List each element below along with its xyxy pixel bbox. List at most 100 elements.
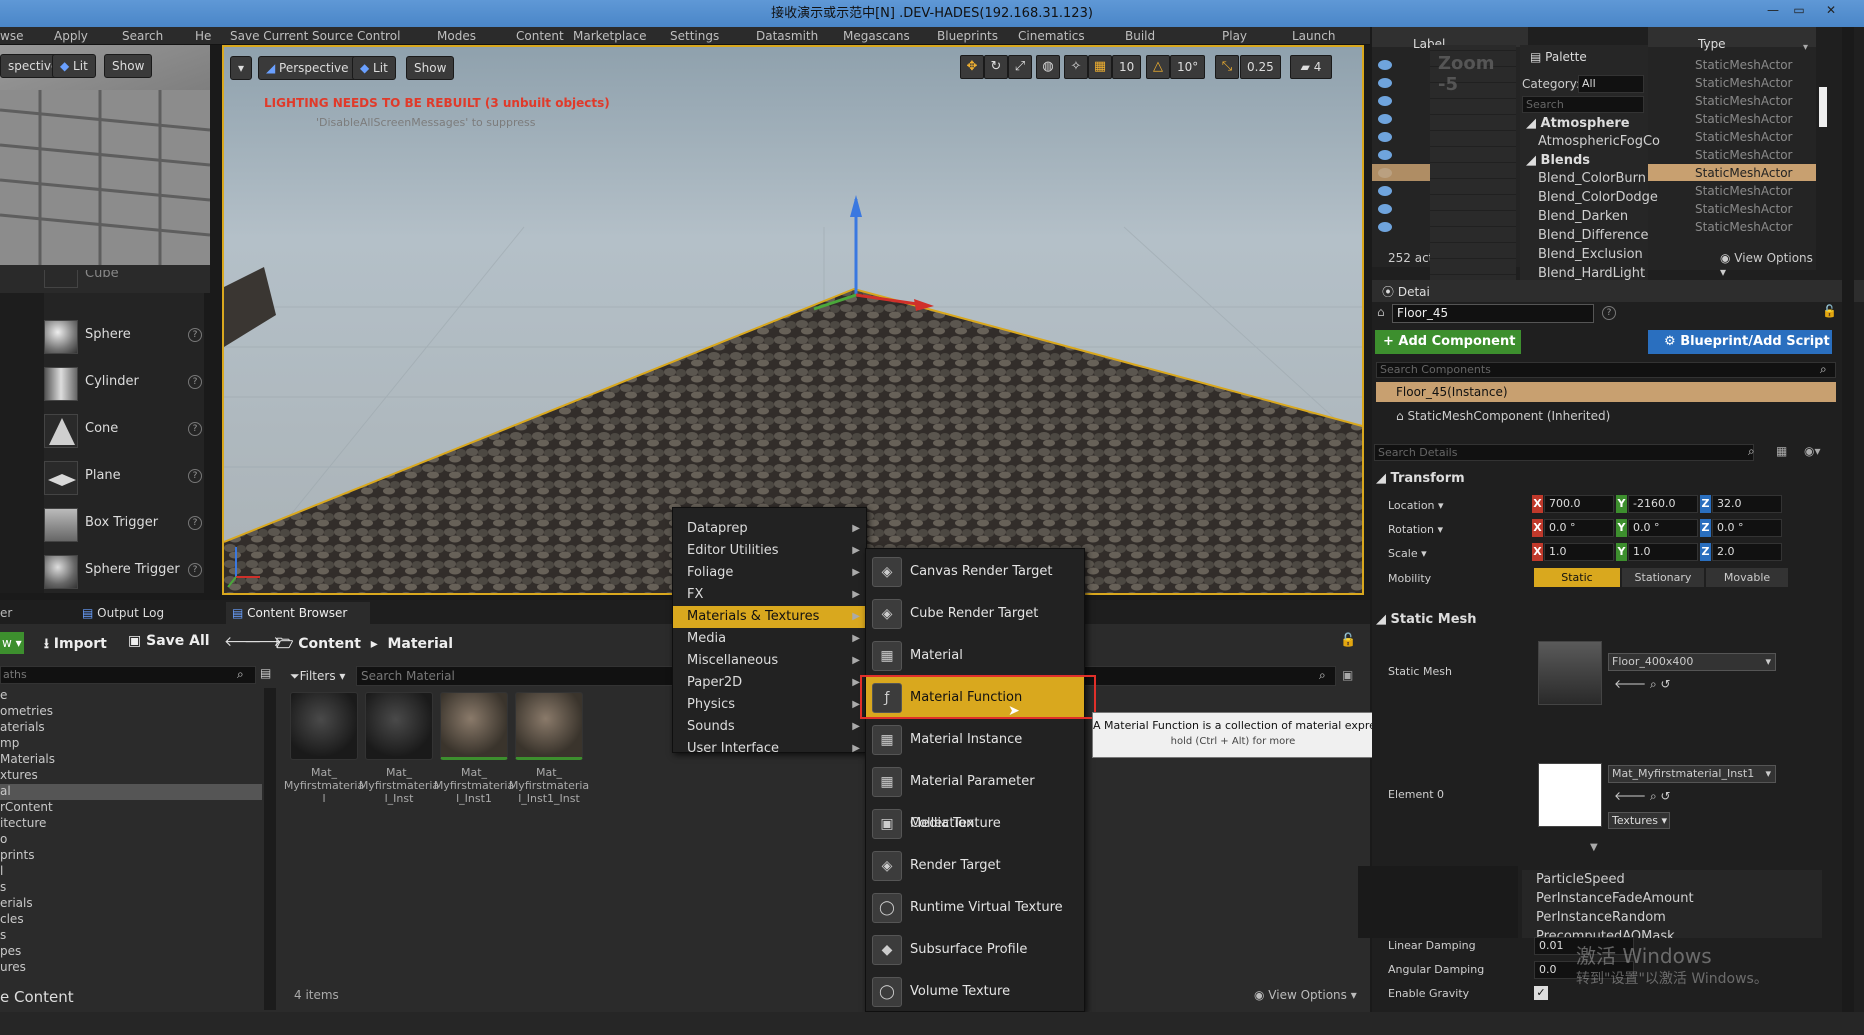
paths-search-input[interactable]: aths ⌕	[0, 666, 256, 684]
location-y-input[interactable]: -2160.0	[1628, 495, 1698, 513]
close-button[interactable]: ✕	[1816, 0, 1846, 22]
mobility-stationary[interactable]: Stationary	[1622, 568, 1704, 587]
palette-group-header[interactable]: ◢ Atmosphere	[1526, 116, 1630, 131]
tree-folder-item[interactable]: itecture	[0, 816, 262, 832]
menu-source-control[interactable]: Source Control	[312, 29, 400, 43]
visibility-eye-icon[interactable]	[1378, 132, 1392, 142]
scale-snap-value[interactable]: 0.25	[1240, 55, 1281, 79]
place-item-cone[interactable]: Cone?	[40, 410, 202, 450]
menu-help[interactable]: He	[195, 29, 211, 43]
add-component-button[interactable]: + Add Component ▾	[1375, 330, 1521, 373]
location-x-input[interactable]: 700.0	[1544, 495, 1614, 513]
palette-item[interactable]: Blend_ColorDodge	[1538, 190, 1658, 205]
tab-output-log[interactable]: ▤ Output Log	[76, 602, 212, 624]
eye-icon[interactable]: ◉▾	[1804, 444, 1821, 458]
submenu-item[interactable]: ƒ Material Function	[866, 677, 1084, 719]
tree-scrollbar[interactable]	[264, 688, 276, 1010]
visibility-eye-icon[interactable]	[1378, 186, 1392, 196]
search-details-input[interactable]: Search Details	[1374, 444, 1754, 461]
tree-folder-item[interactable]: l	[0, 864, 262, 880]
menu-apply[interactable]: Apply	[54, 29, 88, 43]
perspective-button[interactable]: ◢ Perspective	[258, 56, 357, 80]
tree-folder-item[interactable]: xtures	[0, 768, 262, 784]
menu-item[interactable]: Foliage ▶	[673, 562, 866, 584]
visibility-eye-icon[interactable]	[1378, 60, 1392, 70]
expand-arrow-icon[interactable]: ▼	[1590, 842, 1598, 853]
menu-item[interactable]: FX ▶	[673, 584, 866, 606]
tree-folder-item[interactable]: rContent	[0, 800, 262, 816]
tree-folder-item[interactable]: e	[0, 688, 262, 704]
menu-launch[interactable]: Launch	[1292, 29, 1335, 43]
parameter-option[interactable]: ParticleSpeed	[1536, 872, 1625, 887]
submenu-item[interactable]: ◈ Render Target	[866, 845, 1084, 887]
outliner-scrollbar[interactable]	[1819, 87, 1827, 127]
place-item-sphere-trigger[interactable]: Sphere Trigger?	[40, 551, 202, 591]
menu-item[interactable]: Materials & Textures ▶	[673, 606, 866, 628]
submenu-item[interactable]: ▣ Media Texture	[866, 803, 1084, 845]
submenu-item[interactable]: ◆ Subsurface Profile	[866, 929, 1084, 971]
menu-item[interactable]: Physics ▶	[673, 694, 866, 716]
rotation-z-input[interactable]: 0.0 °	[1712, 519, 1782, 537]
place-item-box-trigger[interactable]: Box Trigger?	[40, 504, 202, 544]
actor-type-cell[interactable]: StaticMeshActor	[1695, 148, 1792, 162]
textures-dropdown[interactable]: Textures ▾	[1608, 812, 1670, 829]
rotate-icon[interactable]: ↻	[984, 55, 1008, 79]
outliner-view-options[interactable]: ◉ View Options ▾	[1720, 251, 1816, 279]
component-instance-row[interactable]: Floor_45(Instance)	[1376, 382, 1836, 402]
tree-folder-item[interactable]: erials	[0, 896, 262, 912]
static-mesh-section-header[interactable]: ◢ Static Mesh	[1376, 612, 1477, 627]
component-static-mesh-row[interactable]: ⌂ StaticMeshComponent (Inherited)	[1396, 409, 1610, 423]
tree-folder-item[interactable]: o	[0, 832, 262, 848]
type-header-label[interactable]: Type	[1698, 37, 1726, 51]
menu-item[interactable]: Dataprep ▶	[673, 518, 866, 540]
place-item-sphere[interactable]: Sphere?	[40, 316, 202, 356]
tree-folder-item[interactable]: cles	[0, 912, 262, 928]
parameter-option[interactable]: PerInstanceRandom	[1536, 910, 1666, 925]
actor-name-input[interactable]: Floor_45	[1392, 304, 1594, 323]
visibility-eye-icon[interactable]	[1378, 204, 1392, 214]
menu-item[interactable]: Media ▶	[673, 628, 866, 650]
place-item-cube[interactable]: Cube	[40, 270, 202, 294]
submenu-item[interactable]: ◈ Canvas Render Target	[866, 551, 1084, 593]
world-local-icon[interactable]: ◍	[1036, 55, 1060, 79]
visibility-eye-icon[interactable]	[1378, 150, 1392, 160]
mobility-movable[interactable]: Movable	[1706, 568, 1788, 587]
filters-button[interactable]: ⏷Filters ▾	[290, 666, 354, 686]
tree-folder-item[interactable]: aterials	[0, 720, 262, 736]
camera-speed-button[interactable]: ▰ 4	[1290, 55, 1332, 79]
material-thumbnail[interactable]	[1538, 763, 1602, 827]
tree-footer[interactable]: e Content	[0, 988, 74, 1006]
transform-section-header[interactable]: ◢ Transform	[1376, 471, 1465, 486]
mobility-static[interactable]: Static	[1534, 568, 1620, 587]
actor-type-cell[interactable]: StaticMeshActor	[1695, 130, 1792, 144]
breadcrumb-material[interactable]: Material	[387, 636, 453, 652]
menu-settings[interactable]: Settings	[670, 29, 719, 43]
menu-blueprints[interactable]: Blueprints	[937, 29, 998, 43]
tree-folder-item[interactable]: ometries	[0, 704, 262, 720]
maximize-button[interactable]: ▭	[1784, 0, 1814, 22]
help-icon[interactable]: ?	[188, 375, 202, 389]
visibility-eye-icon[interactable]	[1378, 78, 1392, 88]
submenu-item[interactable]: ◈ Cube Render Target	[866, 593, 1084, 635]
asset-thumbnail[interactable]	[440, 692, 508, 760]
scale-icon[interactable]: ⤢	[1008, 55, 1032, 79]
place-item-plane[interactable]: Plane?	[40, 457, 202, 497]
grid-snap-value[interactable]: 10	[1112, 55, 1142, 79]
view-options-button[interactable]: ◉ View Options ▾	[1254, 988, 1357, 1002]
help-icon[interactable]: ?	[1602, 306, 1616, 320]
palette-item[interactable]: Blend_Exclusion	[1538, 247, 1643, 262]
palette-item[interactable]: Blend_Darken	[1538, 209, 1628, 224]
help-icon[interactable]: ?	[188, 516, 202, 530]
save-search-icon[interactable]: ▣	[1342, 668, 1353, 682]
grid-snap-icon[interactable]: ▦	[1088, 55, 1112, 79]
tab-partial[interactable]: er	[0, 602, 70, 624]
left-viewport[interactable]: spective ◆ Lit Show	[0, 45, 210, 293]
paths-options-icon[interactable]: ▤	[260, 666, 271, 680]
palette-search-input[interactable]: Search	[1522, 96, 1644, 113]
menu-item[interactable]: User Interface ▶	[673, 738, 866, 760]
tree-folder-item[interactable]: ures	[0, 960, 262, 976]
menu-play[interactable]: Play	[1222, 29, 1247, 43]
place-item-cylinder[interactable]: Cylinder?	[40, 363, 202, 403]
static-mesh-select[interactable]: Floor_400x400 ▾	[1608, 653, 1776, 671]
enable-gravity-checkbox[interactable]: ✓	[1534, 986, 1548, 1000]
